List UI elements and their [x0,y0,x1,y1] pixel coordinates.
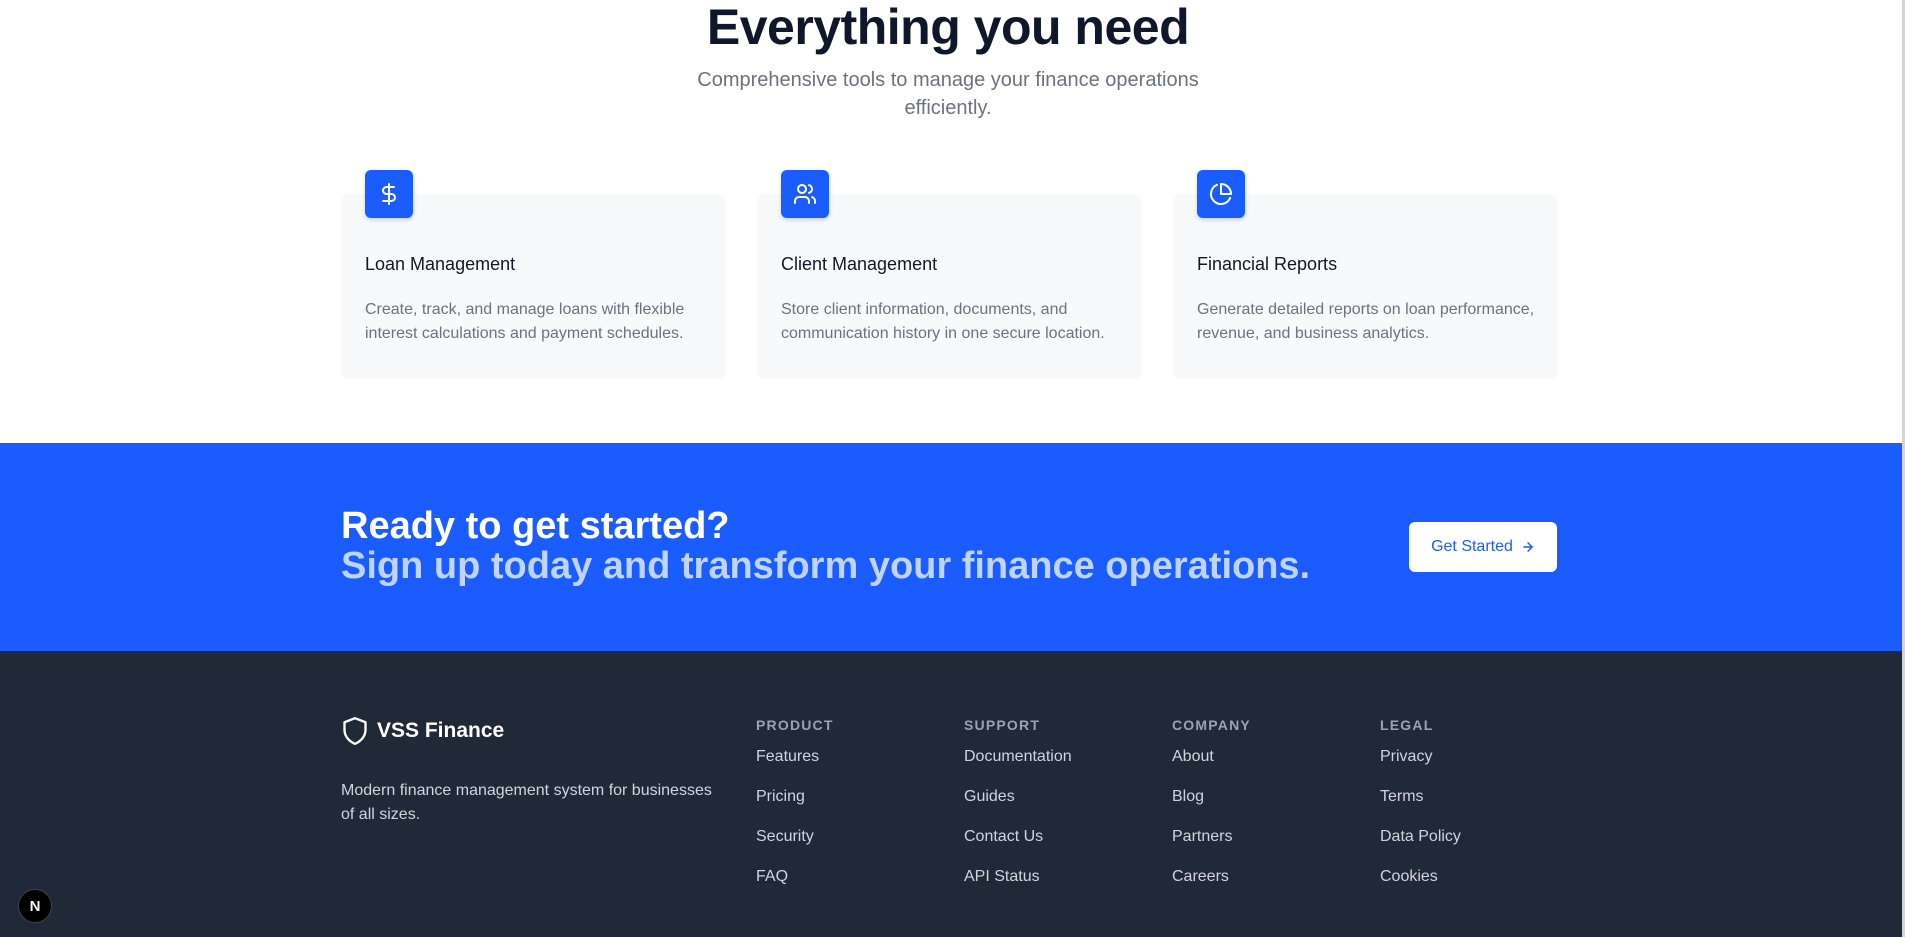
get-started-label: Get Started [1431,538,1513,555]
arrow-right-icon [1523,542,1533,552]
pie-chart-icon [1197,170,1245,218]
feature-card-title: Financial Reports [1197,254,1338,274]
feature-card-description: Store client information, documents, and… [781,301,1105,342]
feature-card-description: Create, track, and manage loans with fle… [365,301,685,342]
footer-link-security[interactable]: Security [756,827,834,867]
cta-subheading: Sign up today and transform your finance… [341,545,1311,587]
cta-heading: Ready to get started? [341,505,730,547]
footer-column-heading: PRODUCT [756,717,834,733]
footer-link-api-status[interactable]: API Status [964,867,1072,907]
brand-name: VSS Finance [377,719,505,742]
footer-link-faq[interactable]: FAQ [756,867,834,907]
footer-column-heading: SUPPORT [964,717,1041,733]
footer-column-heading: COMPANY [1172,717,1251,733]
shield-icon [343,717,367,745]
footer-link-guides[interactable]: Guides [964,787,1072,827]
footer-link-pricing[interactable]: Pricing [756,787,834,827]
feature-card-loan-management: Loan Management Create, track, and manag… [341,170,726,379]
feature-card-title: Loan Management [365,254,516,274]
footer-link-features[interactable]: Features [756,747,834,787]
features-subtitle: Comprehensive tools to manage your finan… [697,69,1199,119]
footer-column-heading: LEGAL [1380,717,1434,733]
footer-link-contact-us[interactable]: Contact Us [964,827,1072,867]
brand-description: Modern finance management system for bus… [341,782,712,823]
footer-link-blog[interactable]: Blog [1172,787,1251,827]
footer: VSS Finance Modern finance management sy… [0,651,1902,937]
footer-link-careers[interactable]: Careers [1172,867,1251,907]
features-title: Everything you need [706,0,1190,55]
footer-link-about[interactable]: About [1172,747,1251,787]
nextjs-dev-badge[interactable]: N [18,889,52,923]
feature-card-financial-reports: Financial Reports Generate detailed repo… [1173,170,1558,379]
footer-brand[interactable]: VSS Finance [341,715,504,747]
footer-link-data-policy[interactable]: Data Policy [1380,827,1461,867]
cta-section: Ready to get started? Sign up today and … [0,443,1902,651]
get-started-button[interactable]: Get Started [1409,522,1557,572]
footer-link-privacy[interactable]: Privacy [1380,747,1461,787]
footer-column-company: COMPANY About Blog Partners Careers [1172,717,1251,907]
feature-card-client-management: Client Management Store client informati… [757,170,1142,379]
nextjs-icon: N [29,897,41,915]
footer-link-cookies[interactable]: Cookies [1380,867,1461,907]
feature-card-title: Client Management [781,254,938,274]
footer-column-product: PRODUCT Features Pricing Security FAQ [756,717,834,907]
footer-link-terms[interactable]: Terms [1380,787,1461,827]
footer-column-support: SUPPORT Documentation Guides Contact Us … [964,717,1072,907]
users-icon [781,170,829,218]
footer-column-legal: LEGAL Privacy Terms Data Policy Cookies [1380,717,1461,907]
page: Everything you need Comprehensive tools … [0,0,1905,937]
footer-link-documentation[interactable]: Documentation [964,747,1072,787]
feature-card-description: Generate detailed reports on loan perfor… [1197,301,1535,342]
features-section: Everything you need Comprehensive tools … [0,0,1902,443]
footer-link-partners[interactable]: Partners [1172,827,1251,867]
dollar-icon [365,170,413,218]
